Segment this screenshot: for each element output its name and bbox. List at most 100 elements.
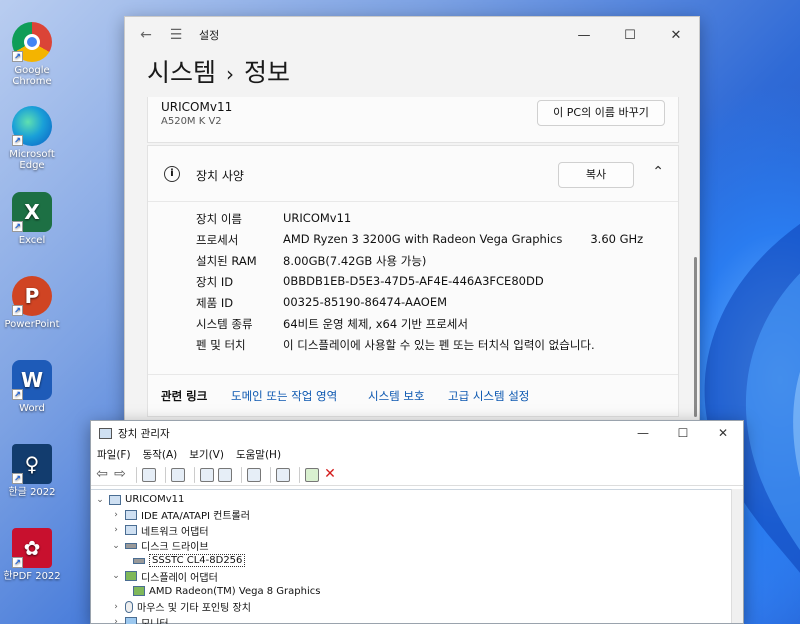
- menu-help[interactable]: 도움말(H): [236, 447, 281, 462]
- computer-icon: [109, 494, 121, 505]
- settings-window: ← ☰ 설정 — ☐ ✕ 시스템 › 정보 URICOMv11 A520M K V2…: [124, 16, 700, 428]
- close-button[interactable]: ✕: [653, 28, 699, 43]
- word-icon: W ↗: [12, 360, 52, 400]
- shortcut-arrow-icon: ↗: [12, 389, 23, 400]
- menu-file[interactable]: 파일(F): [97, 447, 131, 462]
- chevron-right-icon[interactable]: ›: [111, 510, 121, 520]
- close-button[interactable]: ✕: [703, 426, 743, 440]
- monitor-icon: [125, 617, 137, 624]
- tree-node-computer[interactable]: ⌄ URICOMv11: [91, 492, 743, 507]
- tree-node-ssstc-disk[interactable]: SSSTC CL4-8D256: [91, 553, 743, 568]
- chevron-down-icon[interactable]: ⌄: [95, 495, 105, 505]
- hangul-icon: ♀ ↗: [12, 444, 52, 484]
- rename-pc-button[interactable]: 이 PC의 이름 바꾸기: [537, 100, 665, 126]
- related-links: 관련 링크 도메인 또는 작업 영역 시스템 보호 고급 시스템 설정: [148, 374, 678, 418]
- hamburger-menu-icon[interactable]: ☰: [161, 27, 191, 43]
- page-title: 시스템 › 정보: [147, 53, 290, 89]
- domain-workgroup-link[interactable]: 도메인 또는 작업 영역: [231, 388, 337, 404]
- tree-node-display-adapters[interactable]: ⌄ 디스플레이 어댑터: [91, 568, 743, 584]
- scan-hardware-monitor-icon[interactable]: [276, 467, 290, 482]
- desktop-icon-chrome[interactable]: ↗ Google Chrome: [2, 22, 62, 87]
- system-protection-link[interactable]: 시스템 보호: [368, 388, 425, 404]
- spec-key: 프로세서: [196, 233, 239, 247]
- desktop-icon-hangul[interactable]: ♀ ↗ 한글 2022: [2, 444, 62, 498]
- disk-drive-icon: [125, 542, 137, 549]
- device-spec-header[interactable]: i 장치 사양 복사 ⌃: [148, 146, 678, 202]
- desktop-icon-excel[interactable]: X ↗ Excel: [2, 192, 62, 246]
- breadcrumb-separator-icon: ›: [226, 62, 235, 86]
- chevron-down-icon[interactable]: ⌄: [111, 571, 121, 581]
- forward-arrow-icon[interactable]: ⇨: [113, 467, 127, 482]
- desktop-icon-word[interactable]: W ↗ Word: [2, 360, 62, 414]
- minimize-button[interactable]: —: [561, 28, 607, 43]
- show-hide-tree-icon[interactable]: [142, 467, 156, 482]
- maximize-button[interactable]: ☐: [663, 426, 703, 440]
- back-arrow-icon[interactable]: ←: [131, 27, 161, 43]
- device-tree: ⌄ URICOMv11 › IDE ATA/ATAPI 컨트롤러 › 네트워크 어댑터…: [91, 489, 743, 624]
- desktop-icon-hanpdf[interactable]: ✿ ↗ 한PDF 2022: [2, 528, 62, 582]
- shortcut-arrow-icon: ↗: [12, 221, 23, 232]
- spec-row-product-id: 제품 ID 00325-85190-86474-AAOEM: [196, 295, 666, 316]
- help-icon[interactable]: [200, 467, 214, 482]
- device-spec-list: 장치 이름 URICOMv11 프로세서 AMD Ryzen 3 3200G wit…: [196, 211, 666, 358]
- copy-button[interactable]: 복사: [558, 162, 634, 188]
- spec-value: 64비트 운영 체제, x64 기반 프로세서: [283, 317, 468, 331]
- add-driver-icon[interactable]: [305, 467, 319, 482]
- pc-name-card: URICOMv11 A520M K V2 이 PC의 이름 바꾸기: [147, 97, 679, 143]
- spec-row-system-type: 시스템 종류 64비트 운영 체제, x64 기반 프로세서: [196, 316, 666, 337]
- spec-key: 펜 및 터치: [196, 338, 246, 352]
- device-manager-window: 장치 관리자 — ☐ ✕ 파일(F) 동작(A) 보기(V) 도움말(H) ⇦ …: [90, 420, 744, 624]
- spec-key: 설치된 RAM: [196, 254, 257, 268]
- chevron-down-icon[interactable]: ⌄: [111, 541, 121, 551]
- processor-speed: 3.60 GHz: [590, 232, 644, 246]
- mouse-icon: [125, 600, 133, 613]
- disk-drive-icon: [133, 557, 145, 564]
- spec-value: URICOMv11: [283, 211, 352, 225]
- spec-value: 8.00GB(7.42GB 사용 가능): [283, 254, 427, 268]
- chevron-right-icon[interactable]: ›: [111, 602, 121, 612]
- hanpdf-icon: ✿ ↗: [12, 528, 52, 568]
- minimize-button[interactable]: —: [623, 426, 663, 440]
- properties-icon[interactable]: [171, 467, 185, 482]
- spec-value: 00325-85190-86474-AAOEM: [283, 295, 448, 309]
- chevron-up-icon[interactable]: ⌃: [652, 164, 664, 180]
- update-driver-icon[interactable]: [247, 467, 261, 482]
- menu-view[interactable]: 보기(V): [189, 447, 224, 462]
- desktop-icon-label: Word: [19, 403, 45, 414]
- back-arrow-icon[interactable]: ⇦: [95, 467, 109, 482]
- spec-value: 0BBDB1EB-D5E3-47D5-AF4E-446A3FCE80DD: [283, 274, 544, 288]
- desktop-icon-label: PowerPoint: [4, 319, 60, 330]
- tree-node-mice[interactable]: › 마우스 및 기타 포인팅 장치: [91, 599, 743, 614]
- device-tree-scrollbar[interactable]: [731, 489, 743, 623]
- tree-node-disk-drives[interactable]: ⌄ 디스크 드라이브: [91, 538, 743, 554]
- device-manager-app-icon: [99, 427, 112, 439]
- spec-row-device-name: 장치 이름 URICOMv11: [196, 211, 666, 232]
- spec-row-device-id: 장치 ID 0BBDB1EB-D5E3-47D5-AF4E-446A3FCE80D…: [196, 274, 666, 295]
- tree-node-monitors[interactable]: ›모니터: [91, 614, 743, 624]
- desktop-icon-label: Google Chrome: [12, 65, 52, 87]
- toolbar-divider: [241, 466, 242, 483]
- advanced-system-settings-link[interactable]: 고급 시스템 설정: [448, 388, 529, 404]
- chevron-right-icon[interactable]: ›: [111, 525, 121, 535]
- desktop-icon-label: Excel: [18, 235, 46, 246]
- desktop-icon-powerpoint[interactable]: P ↗ PowerPoint: [2, 276, 62, 330]
- tree-node-network-adapters[interactable]: › 네트워크 어댑터: [91, 523, 743, 538]
- spec-value: 이 디스플레이에 사용할 수 있는 펜 또는 터치식 입력이 없습니다.: [283, 338, 595, 352]
- pc-model: A520M K V2: [161, 116, 222, 127]
- shortcut-arrow-icon: ↗: [12, 51, 23, 62]
- tree-node-amd-radeon[interactable]: AMD Radeon(TM) Vega 8 Graphics: [91, 584, 743, 599]
- breadcrumb-parent[interactable]: 시스템: [147, 58, 216, 87]
- desktop-icon-edge[interactable]: ↗ Microsoft Edge: [2, 106, 62, 171]
- spec-value: AMD Ryzen 3 3200G with Radeon Vega Graph…: [283, 232, 644, 246]
- chevron-right-icon[interactable]: ›: [111, 617, 121, 624]
- device-spec-card: i 장치 사양 복사 ⌃ 장치 이름 URICOMv11 프로세서 AMD Ryze…: [147, 145, 679, 417]
- tree-node-ide-controllers[interactable]: › IDE ATA/ATAPI 컨트롤러: [91, 507, 743, 522]
- view-details-icon[interactable]: [218, 467, 232, 482]
- settings-titlebar: ← ☰ 설정 — ☐ ✕: [125, 17, 699, 53]
- device-manager-titlebar: 장치 관리자 — ☐ ✕: [91, 421, 743, 445]
- uninstall-device-icon[interactable]: ✕: [323, 467, 337, 482]
- display-adapter-icon: [125, 571, 137, 582]
- menu-action[interactable]: 동작(A): [143, 447, 178, 462]
- settings-scrollbar[interactable]: [694, 257, 697, 417]
- maximize-button[interactable]: ☐: [607, 28, 653, 43]
